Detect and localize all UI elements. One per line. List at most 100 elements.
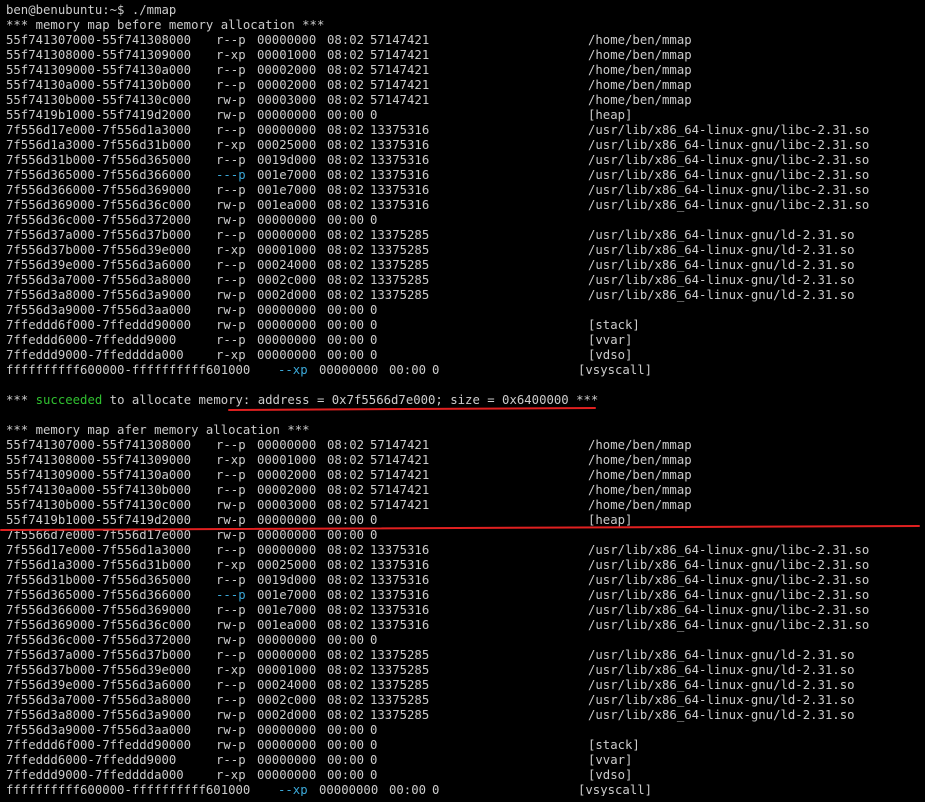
region-path: /usr/lib/x86_64-linux-gnu/libc-2.31.so — [588, 183, 870, 197]
region-inode: 0 — [370, 768, 378, 782]
alloc-suffix: *** — [568, 393, 599, 407]
region-inode: 13375285 — [370, 243, 430, 257]
region-offset: 00001000 — [257, 663, 317, 677]
region-inode: 13375285 — [370, 258, 430, 272]
region-path: [vdso] — [588, 768, 633, 782]
memory-map-row: 7f556d3a9000-7f556d3aa000 rw-p 00000000 00:… — [6, 723, 925, 738]
memory-map-row: 7f556d366000-7f556d369000 r--p 001e7000 08:… — [6, 183, 925, 198]
memory-map-row: 7ffeddd6000-7ffeddd9000 r--p 00000000 00:00… — [6, 333, 925, 348]
region-offset: 0002d000 — [257, 288, 317, 302]
memory-map-row: 7f556d17e000-7f556d1a3000 r--p 00000000 08:… — [6, 543, 925, 558]
region-address: 7f556d3a9000-7f556d3aa000 — [6, 723, 192, 737]
region-permissions: r-xp — [216, 453, 246, 467]
region-inode: 0 — [370, 633, 378, 647]
memory-map-row: 7ffeddd6f000-7ffeddd90000 rw-p 00000000 00:… — [6, 318, 925, 333]
memory-map-row: 7f556d365000-7f556d366000 ---p 001e7000 08:… — [6, 168, 925, 183]
region-device: 08:02 — [327, 648, 365, 662]
region-permissions: r--p — [216, 228, 246, 242]
region-address: 7ffeddd6000-7ffeddd9000 — [6, 333, 177, 347]
region-inode: 57147421 — [370, 33, 430, 47]
region-path: /home/ben/mmap — [588, 438, 692, 452]
region-permissions: r--p — [216, 333, 246, 347]
region-address: 7f556d31b000-7f556d365000 — [6, 573, 192, 587]
region-path: /usr/lib/x86_64-linux-gnu/ld-2.31.so — [588, 228, 855, 242]
terminal-output: ben@benubuntu:~$ ./mmap *** memory map b… — [0, 3, 925, 798]
region-offset: 00003000 — [257, 498, 317, 512]
region-address: 7f556d36c000-7f556d372000 — [6, 633, 192, 647]
terminal-bottom-edge — [0, 796, 925, 802]
memory-map-row: 7f556d39e000-7f556d3a6000 r--p 00024000 08:… — [6, 678, 925, 693]
region-address: 7f556d39e000-7f556d3a6000 — [6, 678, 192, 692]
region-address: 7f556d369000-7f556d36c000 — [6, 618, 192, 632]
region-path: [vdso] — [588, 348, 633, 362]
region-address: 55f7419b1000-55f7419d2000 — [6, 513, 192, 527]
memory-map-row: 7f556d369000-7f556d36c000 rw-p 001ea000 08:… — [6, 618, 925, 633]
region-device: 08:02 — [327, 708, 365, 722]
region-path: /home/ben/mmap — [588, 48, 692, 62]
region-path: [stack] — [588, 318, 640, 332]
region-permissions: r--p — [216, 153, 246, 167]
region-offset: 00024000 — [257, 258, 317, 272]
region-device: 08:02 — [327, 438, 365, 452]
region-inode: 57147421 — [370, 498, 430, 512]
region-inode: 13375316 — [370, 603, 430, 617]
memory-map-row: 55f74130a000-55f74130b000 r--p 00002000 08:… — [6, 78, 925, 93]
after-header: *** memory map afer memory allocation **… — [6, 423, 310, 437]
region-path: /usr/lib/x86_64-linux-gnu/ld-2.31.so — [588, 273, 855, 287]
region-permissions: r--p — [216, 78, 246, 92]
region-inode: 13375316 — [370, 168, 430, 182]
memory-map-row: 7f556d31b000-7f556d365000 r--p 0019d000 08:… — [6, 573, 925, 588]
region-device: 08:02 — [327, 483, 365, 497]
region-permissions: r--p — [216, 33, 246, 47]
alloc-prefix: *** — [6, 393, 36, 407]
region-address: 7f556d365000-7f556d366000 — [6, 588, 192, 602]
memory-map-row: 55f74130b000-55f74130c000 rw-p 00003000 08:… — [6, 498, 925, 513]
memory-map-row: 7f556d36c000-7f556d372000 rw-p 00000000 00:… — [6, 633, 925, 648]
region-offset: 0002d000 — [257, 708, 317, 722]
region-address: 7f556d3a7000-7f556d3a8000 — [6, 693, 192, 707]
region-permissions: r--p — [216, 123, 246, 137]
memory-map-row: 7f556d1a3000-7f556d31b000 r-xp 00025000 08:… — [6, 558, 925, 573]
region-offset: 00001000 — [257, 453, 317, 467]
region-path: /usr/lib/x86_64-linux-gnu/libc-2.31.so — [588, 588, 870, 602]
region-permissions: r--p — [216, 183, 246, 197]
region-offset: 00000000 — [257, 303, 317, 317]
region-device: 08:02 — [327, 498, 365, 512]
region-inode: 0 — [370, 723, 378, 737]
region-device: 08:02 — [327, 138, 365, 152]
region-address: 7f556d31b000-7f556d365000 — [6, 153, 192, 167]
memory-map-row: 7f556d37a000-7f556d37b000 r--p 00000000 08:… — [6, 648, 925, 663]
region-device: 08:02 — [327, 678, 365, 692]
region-inode: 13375316 — [370, 573, 430, 587]
region-offset: 00000000 — [257, 438, 317, 452]
region-path: /home/ben/mmap — [588, 78, 692, 92]
region-offset: 00000000 — [257, 753, 317, 767]
memory-map-row: 55f741308000-55f741309000 r-xp 00001000 08:… — [6, 48, 925, 63]
region-inode: 0 — [370, 333, 378, 347]
region-inode: 57147421 — [370, 468, 430, 482]
region-inode: 0 — [370, 213, 378, 227]
region-inode: 13375316 — [370, 123, 430, 137]
region-address: 7f556d3a9000-7f556d3aa000 — [6, 303, 192, 317]
region-permissions: r--p — [216, 678, 246, 692]
region-path: /usr/lib/x86_64-linux-gnu/ld-2.31.so — [588, 258, 855, 272]
region-device: 00:00 — [327, 348, 365, 362]
memory-map-row: 55f74130a000-55f74130b000 r--p 00002000 08:… — [6, 483, 925, 498]
region-path: /usr/lib/x86_64-linux-gnu/libc-2.31.so — [588, 138, 870, 152]
memory-map-row: 7f556d36c000-7f556d372000 rw-p 00000000 00:… — [6, 213, 925, 228]
region-inode: 0 — [370, 303, 378, 317]
region-offset: 00000000 — [257, 228, 317, 242]
region-device: 08:02 — [327, 603, 365, 617]
region-path: /usr/lib/x86_64-linux-gnu/ld-2.31.so — [588, 663, 855, 677]
region-inode: 13375316 — [370, 588, 430, 602]
region-inode: 13375316 — [370, 618, 430, 632]
region-offset: 00000000 — [257, 213, 317, 227]
region-permissions: r--p — [216, 693, 246, 707]
region-device: 08:02 — [327, 588, 365, 602]
region-inode: 57147421 — [370, 93, 430, 107]
region-inode: 13375316 — [370, 543, 430, 557]
region-permissions: r--p — [216, 603, 246, 617]
region-path: /home/ben/mmap — [588, 483, 692, 497]
region-inode: 13375285 — [370, 273, 430, 287]
